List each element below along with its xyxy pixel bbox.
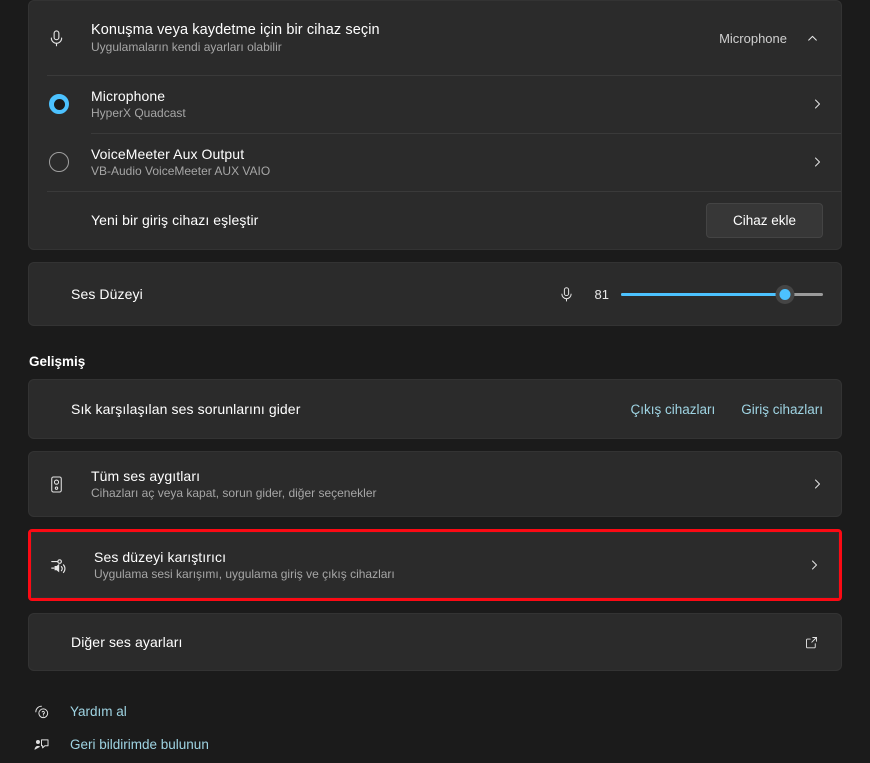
all-audio-devices-card[interactable]: Tüm ses aygıtları Cihazları aç veya kapa… (28, 451, 842, 517)
add-device-button[interactable]: Cihaz ekle (705, 202, 823, 238)
device-select-trailing: Microphone (719, 27, 823, 49)
troubleshoot-text: Sık karşılaşılan ses sorunlarını gider (71, 401, 630, 417)
pair-device-label: Yeni bir giriş cihazı eşleştir (91, 212, 259, 228)
volume-label: Ses Düzeyi (71, 286, 143, 302)
input-devices-link[interactable]: Giriş cihazları (741, 402, 823, 417)
other-sound-settings-card[interactable]: Diğer ses ayarları (28, 613, 842, 671)
selected-device-value: Microphone (719, 30, 787, 46)
radio-indicator (49, 94, 69, 114)
device-select-title: Konuşma veya kaydetme için bir cihaz seç… (91, 22, 380, 38)
volume-row: Ses Düzeyi 81 (29, 263, 841, 325)
advanced-section-title: Gelişmiş (29, 354, 86, 369)
device-select-text: Konuşma veya kaydetme için bir cihaz seç… (91, 22, 719, 54)
help-link-label: Yardım al (70, 704, 127, 719)
troubleshoot-links: Çıkış cihazları Giriş cihazları (630, 402, 823, 417)
all-audio-devices-subtitle: Cihazları aç veya kapat, sorun gider, di… (91, 486, 377, 500)
device-option-text: Microphone HyperX Quadcast (91, 88, 805, 120)
volume-mixer-row[interactable]: Ses düzeyi karıştırıcı Uygulama sesi kar… (32, 533, 838, 597)
feedback-icon (30, 736, 52, 753)
device-option-microphone[interactable]: Microphone HyperX Quadcast (29, 75, 841, 133)
microphone-icon (558, 286, 575, 303)
other-sound-settings-text: Diğer ses ayarları (71, 634, 804, 650)
slider-fill (621, 292, 785, 296)
help-icon (30, 703, 52, 720)
feedback-link[interactable]: Geri bildirimde bulunun (30, 728, 842, 761)
volume-mixer-subtitle: Uygulama sesi karışımı, uygulama giriş v… (94, 567, 395, 581)
volume-mixer-text: Ses düzeyi karıştırıcı Uygulama sesi kar… (94, 549, 802, 581)
radio-microphone[interactable] (47, 94, 91, 114)
other-sound-settings-row[interactable]: Diğer ses ayarları (29, 614, 841, 670)
device-option-description: HyperX Quadcast (91, 106, 186, 120)
chevron-right-icon[interactable] (802, 559, 820, 571)
external-link-icon[interactable] (804, 635, 823, 650)
footer-links: Yardım al Geri bildirimde bulunun (28, 695, 842, 761)
volume-slider-group[interactable]: 81 (558, 284, 823, 304)
volume-mixer-card[interactable]: Ses düzeyi karıştırıcı Uygulama sesi kar… (31, 532, 839, 598)
volume-label-block: Ses Düzeyi (71, 286, 558, 302)
device-option-text: VoiceMeeter Aux Output VB-Audio VoiceMee… (91, 146, 805, 178)
troubleshoot-card: Sık karşılaşılan ses sorunlarını gider Ç… (28, 379, 842, 439)
speaker-icon (47, 475, 91, 494)
volume-mixer-highlight: Ses düzeyi karıştırıcı Uygulama sesi kar… (28, 529, 842, 601)
volume-card: Ses Düzeyi 81 (28, 262, 842, 326)
all-audio-devices-text: Tüm ses aygıtları Cihazları aç veya kapa… (91, 468, 805, 500)
volume-mixer-icon (50, 555, 94, 576)
chevron-right-icon[interactable] (805, 98, 823, 110)
sound-settings-page: Konuşma veya kaydetme için bir cihaz seç… (0, 0, 870, 763)
volume-mixer-title: Ses düzeyi karıştırıcı (94, 549, 227, 565)
troubleshoot-label: Sık karşılaşılan ses sorunlarını gider (71, 401, 301, 417)
pair-device-text: Yeni bir giriş cihazı eşleştir (91, 212, 706, 228)
all-audio-devices-title: Tüm ses aygıtları (91, 468, 201, 484)
help-link[interactable]: Yardım al (30, 695, 842, 728)
slider-thumb[interactable] (775, 284, 795, 304)
chevron-right-icon[interactable] (805, 478, 823, 490)
volume-slider[interactable] (621, 284, 823, 304)
chevron-right-icon[interactable] (805, 156, 823, 168)
input-devices-card: Konuşma veya kaydetme için bir cihaz seç… (28, 0, 842, 250)
pair-new-device-row: Yeni bir giriş cihazı eşleştir Cihaz ekl… (29, 191, 841, 249)
device-option-voicemeeter[interactable]: VoiceMeeter Aux Output VB-Audio VoiceMee… (29, 133, 841, 191)
chevron-up-icon[interactable] (801, 27, 823, 49)
radio-voicemeeter[interactable] (47, 152, 91, 172)
output-devices-link[interactable]: Çıkış cihazları (630, 402, 715, 417)
device-option-name: VoiceMeeter Aux Output (91, 146, 245, 162)
device-option-description: VB-Audio VoiceMeeter AUX VAIO (91, 164, 271, 178)
volume-value: 81 (594, 286, 609, 302)
device-select-header-row[interactable]: Konuşma veya kaydetme için bir cihaz seç… (29, 1, 841, 75)
troubleshoot-row: Sık karşılaşılan ses sorunlarını gider Ç… (29, 380, 841, 438)
all-audio-devices-row[interactable]: Tüm ses aygıtları Cihazları aç veya kapa… (29, 452, 841, 516)
radio-indicator (49, 152, 69, 172)
microphone-icon (47, 29, 91, 48)
feedback-link-label: Geri bildirimde bulunun (70, 737, 209, 752)
device-option-name: Microphone (91, 88, 166, 104)
other-sound-settings-title: Diğer ses ayarları (71, 634, 183, 650)
device-select-subtitle: Uygulamaların kendi ayarları olabilir (91, 40, 282, 54)
